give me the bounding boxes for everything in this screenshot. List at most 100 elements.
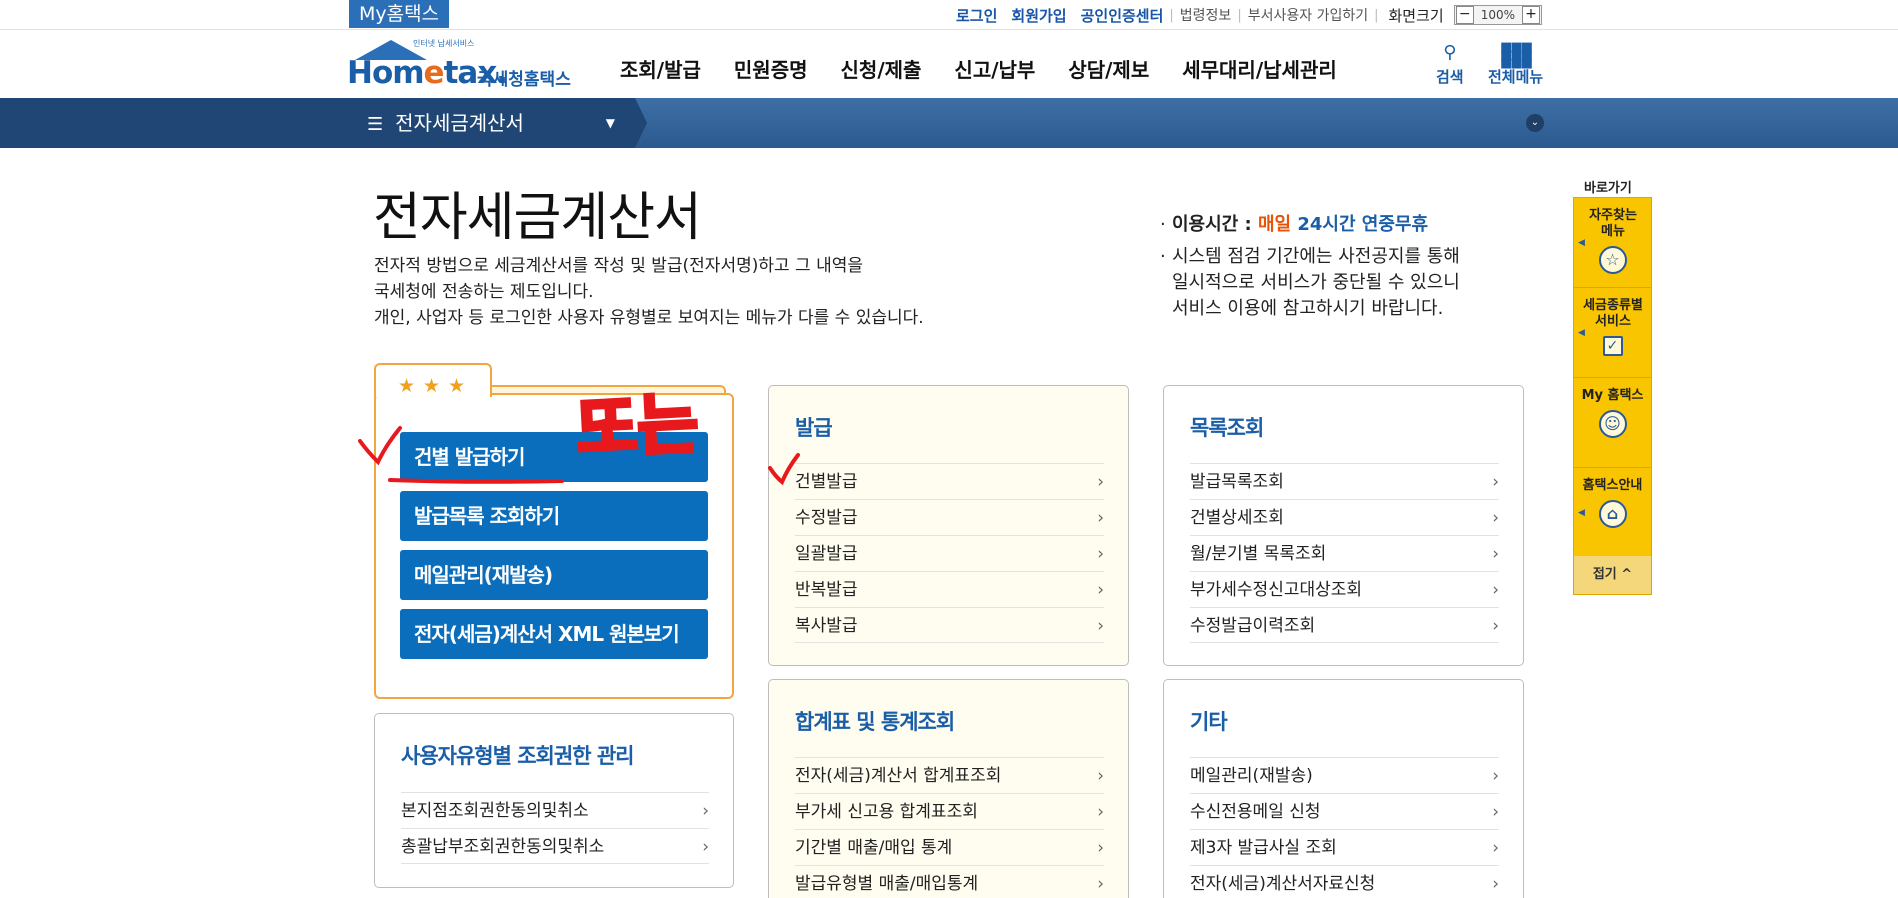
list-item[interactable]: 복사발급 › [795, 607, 1104, 643]
divider: | [1169, 7, 1174, 23]
search-button[interactable]: ⚲ 검색 [1436, 42, 1464, 87]
zoom-control: − 100% + [1453, 5, 1542, 25]
divider: | [1237, 7, 1242, 23]
chevron-right-icon: › [1492, 766, 1499, 786]
etc-panel: 기타 메일관리(재발송) › 수신전용메일 신청 › 제3자 발급사실 조회 › 전자… [1163, 679, 1524, 898]
list-item[interactable]: 반복발급 › [795, 571, 1104, 607]
dept-user-signup-link[interactable]: 부서사용자 가입하기 [1248, 5, 1368, 25]
all-menu-label: 전체메뉴 [1488, 68, 1544, 86]
list-item[interactable]: 발급목록조회 › [1190, 463, 1499, 499]
chevron-right-icon: › [1492, 472, 1499, 492]
list-item[interactable]: 제3자 발급사실 조회 › [1190, 829, 1499, 865]
list-item[interactable]: 총괄납부조회권한동의및취소 › [401, 828, 709, 864]
zoom-out-button[interactable]: − [1455, 6, 1474, 24]
notice-hours: 이용시간 : 매일 24시간 연중무휴 [1160, 212, 1460, 238]
panel-title: 사용자유형별 조회권한 관리 [401, 744, 634, 768]
list-item[interactable]: 본지점조회권한동의및취소 › [401, 792, 709, 828]
chevron-right-icon: › [1492, 802, 1499, 822]
utility-links: 로그인 회원가입 공인인증센터 | 법령정보 | 부서사용자 가입하기 | 화면… [942, 3, 1542, 27]
hamburger-icon: ☰ [367, 114, 384, 135]
issue-single-button[interactable]: 건별 발급하기 [400, 432, 708, 482]
list-item[interactable]: 수정발급이력조회 › [1190, 607, 1499, 643]
desc-line: 개인, 사업자 등 로그인한 사용자 유형별로 보여지는 메뉴가 다를 수 있습… [374, 308, 924, 328]
nav-item-civil-cert[interactable]: 민원증명 [734, 54, 808, 83]
star-icon: ★ [448, 375, 466, 397]
panel-title: 합계표 및 통계조회 [795, 710, 955, 734]
star-icon: ☆ [1598, 246, 1627, 274]
all-menu-button[interactable]: ■■■ ■■■ ■■■ 전체메뉴 [1488, 41, 1544, 87]
list-item[interactable]: 기간별 매출/매입 통계 › [795, 829, 1104, 865]
chevron-right-icon: › [1097, 766, 1104, 786]
signup-link[interactable]: 회원가입 [1011, 5, 1066, 26]
panel-title: 기타 [1190, 710, 1228, 734]
checkbox-icon: ✓ [1602, 336, 1623, 356]
list-item[interactable]: 발급유형별 매출/매입통계 › [795, 865, 1104, 898]
chevron-right-icon: › [1492, 838, 1499, 858]
stats-menu-list: 전자(세금)계산서 합계표조회 › 부가세 신고용 합계표조회 › 기간별 매출/매… [795, 757, 1104, 898]
search-icon: ⚲ [1443, 42, 1457, 63]
zoom-in-button[interactable]: + [1522, 6, 1540, 24]
location-bar-left-fill [0, 98, 349, 148]
chevron-right-icon: › [1097, 802, 1104, 822]
guide-icon: ⌂ [1598, 500, 1627, 528]
chevron-right-icon: › [1492, 544, 1499, 564]
service-notice: 이용시간 : 매일 24시간 연중무휴 시스템 점검 기간에는 사전공지를 통해… [1160, 212, 1460, 328]
quickbar-close-button[interactable]: 접기 ^ [1574, 556, 1651, 594]
chevron-right-icon: › [702, 837, 709, 857]
list-item[interactable]: 전자(세금)계산서자료신청 › [1190, 865, 1499, 898]
nav-item-tax-agent[interactable]: 세무대리/납세관리 [1182, 54, 1337, 83]
caret-left-icon: ◀ [1578, 328, 1585, 338]
chevron-down-icon[interactable]: ⌄ [1526, 114, 1544, 132]
mail-manage-button[interactable]: 메일관리(재발송) [400, 550, 708, 600]
chevron-right-icon: › [1097, 838, 1104, 858]
chevron-right-icon: › [1097, 544, 1104, 564]
stats-panel: 합계표 및 통계조회 전자(세금)계산서 합계표조회 › 부가세 신고용 합계표조… [768, 679, 1129, 898]
list-item[interactable]: 부가세 신고용 합계표조회 › [795, 793, 1104, 829]
issue-list-button[interactable]: 발급목록 조회하기 [400, 491, 708, 541]
list-item[interactable]: 건별발급 › [795, 463, 1104, 499]
search-label: 검색 [1436, 68, 1464, 86]
chevron-right-icon: › [1492, 874, 1499, 894]
logo-org-name: 국세청홈택스 [477, 70, 571, 90]
list-item[interactable]: 메일관리(재발송) › [1190, 757, 1499, 793]
list-inquiry-panel: 목록조회 발급목록조회 › 건별상세조회 › 월/분기별 목록조회 › 부가세수정신고… [1163, 385, 1524, 666]
quickbar: ◀ 자주찾는 메뉴 ☆ ◀ 세금종류별 서비스 ✓ My 홈택스 ☺ ◀ 홈택스… [1573, 197, 1652, 595]
list-item[interactable]: 부가세수정신고대상조회 › [1190, 571, 1499, 607]
panel-title: 목록조회 [1190, 416, 1264, 440]
nav-item-inquiry-issue[interactable]: 조회/발급 [620, 54, 701, 83]
list-item[interactable]: 일괄발급 › [795, 535, 1104, 571]
quick-item-my-hometax[interactable]: My 홈택스 ☺ [1574, 378, 1651, 468]
site-header: 인터넷 납세서비스 Hometax. 국세청홈택스 조회/발급 민원증명 신청/… [0, 30, 1898, 98]
zoom-label: 화면크기 [1388, 6, 1444, 25]
list-item[interactable]: 전자(세금)계산서 합계표조회 › [795, 757, 1104, 793]
login-link[interactable]: 로그인 [956, 5, 997, 26]
cert-center-link[interactable]: 공인인증센터 [1081, 5, 1164, 26]
quick-item-favorites[interactable]: ◀ 자주찾는 메뉴 ☆ [1574, 198, 1651, 288]
desc-line: 전자적 방법으로 세금계산서를 작성 및 발급(전자서명)하고 그 내역을 [374, 256, 864, 276]
notice-maintenance: 시스템 점검 기간에는 사전공지를 통해 일시적으로 서비스가 중단될 수 있으… [1160, 244, 1460, 322]
location-current: 전자세금계산서 [395, 111, 524, 135]
list-item[interactable]: 수신전용메일 신청 › [1190, 793, 1499, 829]
my-hometax-button[interactable]: My홈택스 [349, 0, 449, 28]
logo-slogan: 인터넷 납세서비스 [413, 39, 475, 48]
list-item[interactable]: 월/분기별 목록조회 › [1190, 535, 1499, 571]
xml-view-button[interactable]: 전자(세금)계산서 XML 원본보기 [400, 609, 708, 659]
chevron-right-icon: › [1097, 616, 1104, 636]
location-selector[interactable]: ☰ 전자세금계산서 ▼ [349, 98, 635, 148]
auth-panel: 사용자유형별 조회권한 관리 본지점조회권한동의및취소 › 총괄납부조회권한동의및… [374, 713, 734, 888]
dropdown-caret-icon: ▼ [605, 116, 615, 130]
chevron-right-icon: › [1492, 508, 1499, 528]
nav-item-apply-submit[interactable]: 신청/제출 [841, 54, 922, 83]
quick-item-guide[interactable]: ◀ 홈택스안내 ⌂ [1574, 468, 1651, 558]
issue-menu-list: 건별발급 › 수정발급 › 일괄발급 › 반복발급 › 복사발급 › [795, 463, 1104, 643]
chevron-right-icon: › [702, 801, 709, 821]
list-item[interactable]: 건별상세조회 › [1190, 499, 1499, 535]
nav-item-consult-report[interactable]: 상담/제보 [1068, 54, 1149, 83]
law-info-link[interactable]: 법령정보 [1180, 5, 1232, 25]
list-item[interactable]: 수정발급 › [795, 499, 1104, 535]
chevron-right-icon: › [1492, 616, 1499, 636]
quick-item-tax-service[interactable]: ◀ 세금종류별 서비스 ✓ [1574, 288, 1651, 378]
hometax-logo[interactable]: 인터넷 납세서비스 Hometax. 국세청홈택스 [347, 38, 577, 96]
divider: | [1374, 7, 1379, 23]
nav-item-report-pay[interactable]: 신고/납부 [954, 54, 1035, 83]
